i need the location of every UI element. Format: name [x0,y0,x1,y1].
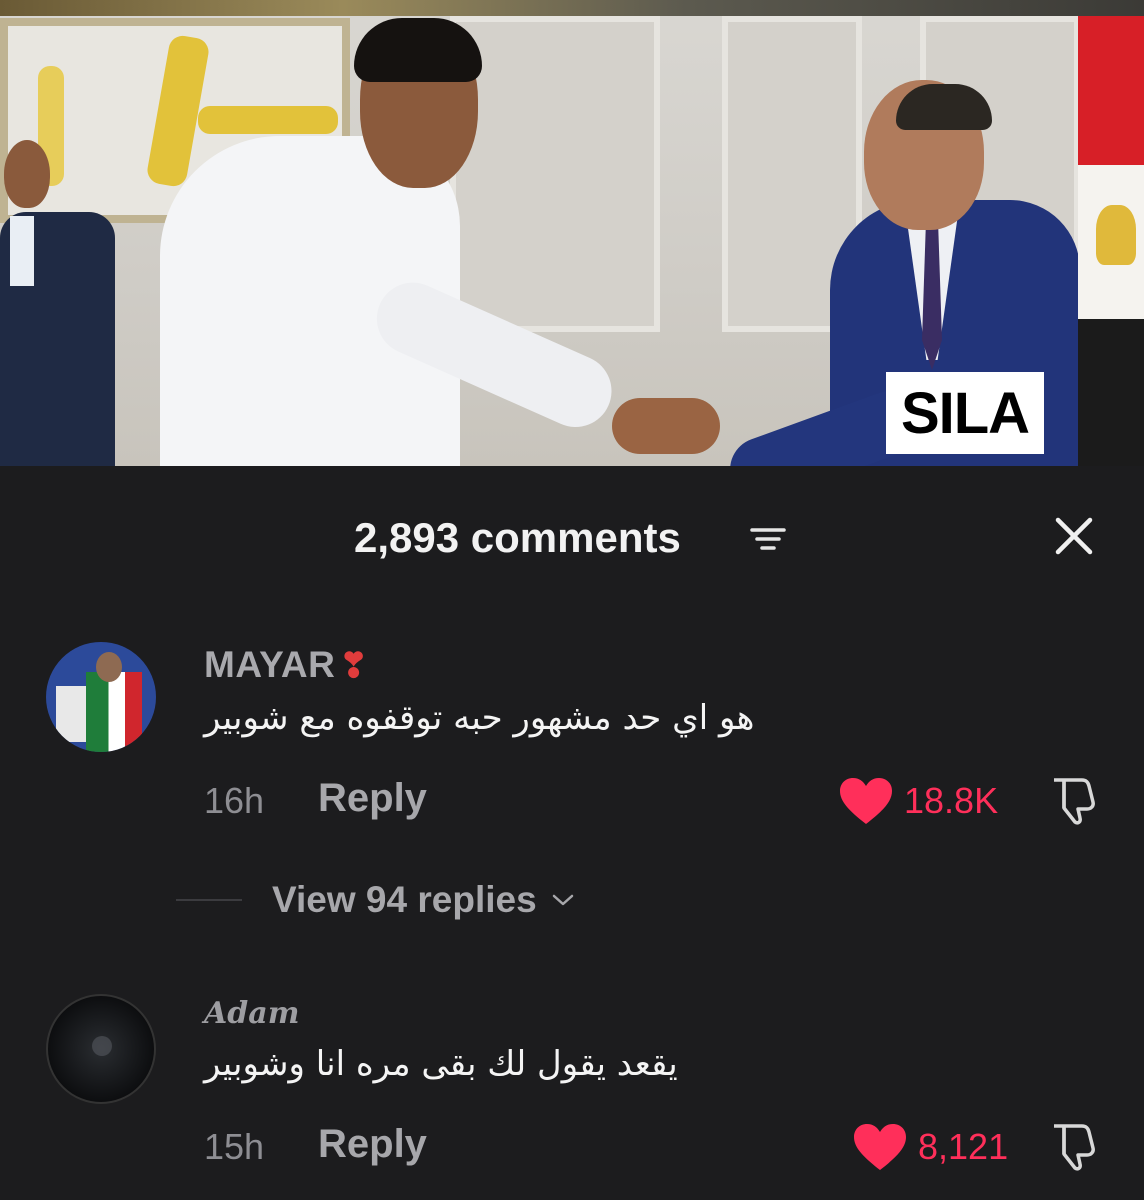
overlay-label: SILA [886,372,1044,454]
heart-emoji: ❣ [339,647,369,685]
egypt-flag [1078,16,1144,468]
video-frame[interactable]: SILA [0,0,1144,468]
comment-username[interactable]: MAYAR ❣ [204,644,368,686]
person-left [0,140,115,468]
like-count: 8,121 [918,1126,1009,1167]
comment-time: 15h [204,1126,265,1167]
comment-username[interactable]: Adam [204,996,299,1031]
comment-text: هو اي حد مشهور حبه توقفوه مع شوبير [204,698,755,738]
comment-count: 2,893 comments [354,514,681,561]
divider-line [176,899,242,901]
comment-time: 16h [204,780,265,821]
heart-icon [840,778,892,824]
sort-lines-icon[interactable] [748,524,788,554]
comments-header: 2,893 comments [0,466,1144,606]
comments-sheet: 2,893 comments MAYAR ❣ هو اي حد مشهور حبه… [0,466,1144,1200]
comment-item: Adam يقعد يقول لك بقى مره انا وشوبير 15h… [0,994,1144,1200]
avatar[interactable] [46,994,156,1104]
like-count: 18.8K [904,780,999,821]
photo-top-strip [0,0,1144,16]
chevron-down-icon [552,894,573,906]
heart-icon [854,1124,906,1170]
dislike-icon[interactable] [1048,774,1100,826]
reply-button[interactable]: Reply [318,776,427,821]
view-replies-button[interactable]: View 94 replies [176,879,577,920]
close-icon[interactable] [1050,512,1098,560]
like-button[interactable]: 8,121 [852,1122,1008,1172]
like-button[interactable]: 18.8K [838,776,998,826]
reply-button[interactable]: Reply [318,1122,427,1167]
handshake [612,398,720,454]
avatar[interactable] [46,642,156,752]
comment-item: MAYAR ❣ هو اي حد مشهور حبه توقفوه مع شوبي… [0,642,1144,942]
person-athlete [160,18,630,468]
comment-text: يقعد يقول لك بقى مره انا وشوبير [204,1044,678,1084]
view-replies-label: View 94 replies [272,879,537,920]
dislike-icon[interactable] [1048,1120,1100,1172]
